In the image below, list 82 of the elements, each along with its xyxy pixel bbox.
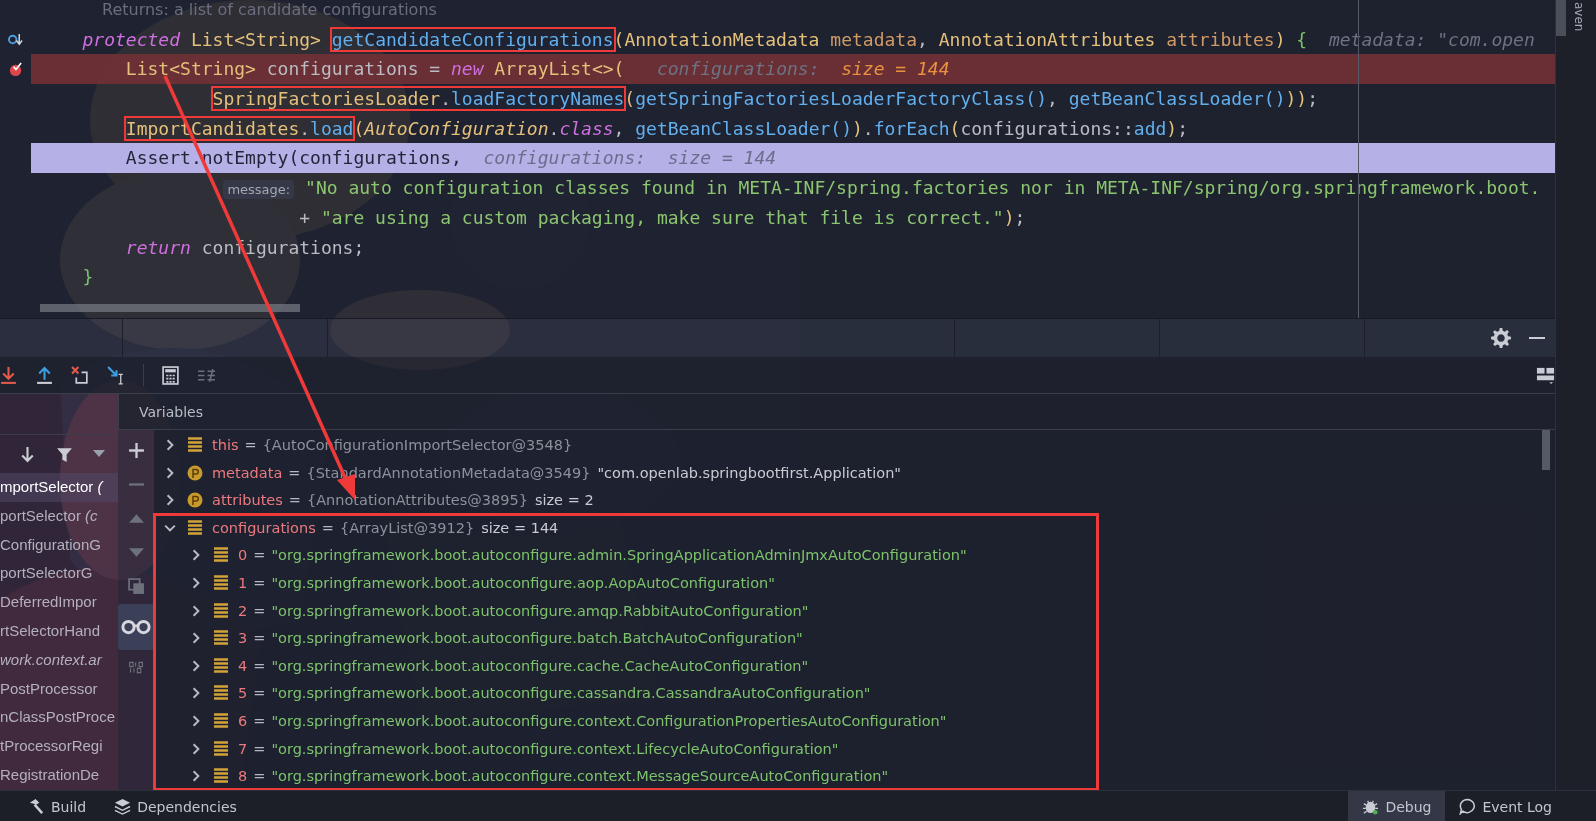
panel-title: Variables <box>139 403 203 420</box>
field-icon <box>213 602 229 619</box>
variable-entry[interactable]: 7 = "org.springframework.boot.autoconfigure.context.LifecycleAutoConfiguration" <box>238 740 839 757</box>
chevron-icon[interactable] <box>164 494 176 507</box>
variable-entry[interactable]: configurations = {ArrayList@3912} size = 144 <box>212 519 559 536</box>
field-icon <box>187 437 203 454</box>
stack-frame[interactable]: PostProcessor <box>0 674 118 704</box>
code-line: } <box>81 265 95 290</box>
stack-frame[interactable]: RegistrationDe <box>0 760 118 790</box>
chevron-icon[interactable] <box>190 715 202 727</box>
field-icon <box>213 547 229 564</box>
variable-entry[interactable]: 0 = "org.springframework.boot.autoconfigure.admin.SpringApplicationAdminJmxAutoConfiguration" <box>238 547 967 564</box>
stack-frame[interactable]: work.context.ar <box>0 645 118 675</box>
tool-window-button[interactable]: Event Log <box>1445 791 1566 821</box>
variable-entry[interactable]: 3 = "org.springframework.boot.autoconfigure.batch.BatchAutoConfiguration" <box>238 630 803 647</box>
speech-bubble-icon <box>1459 798 1477 815</box>
code-line: protected List<String> getCandidateConfigurations(AnnotationMetadata metadata, AnnotationAttributes attributes) { metadata: "com.open <box>81 27 1536 52</box>
chevron-icon[interactable] <box>190 549 202 562</box>
variable-entry[interactable]: 5 = "org.springframework.boot.autoconfigure.cassandra.CassandraAutoConfiguration" <box>238 685 871 702</box>
parameter-icon <box>187 492 203 509</box>
layers-icon <box>114 798 132 815</box>
chevron-icon[interactable] <box>190 770 202 783</box>
layout-icon[interactable] <box>1536 365 1556 385</box>
chevron-icon[interactable] <box>190 577 202 590</box>
cross-icon[interactable] <box>71 365 90 385</box>
up-arrow-icon[interactable] <box>35 365 54 385</box>
cursor-arrow-icon[interactable] <box>107 365 126 385</box>
chevron-icon[interactable] <box>190 742 202 755</box>
variable-entry[interactable]: 1 = "org.springframework.boot.autoconfigure.aop.AopAutoConfiguration" <box>238 575 775 592</box>
variable-entry[interactable]: 8 = "org.springframework.boot.autoconfigure.context.MessageSourceAutoConfiguration" <box>238 768 889 785</box>
chevron-icon[interactable] <box>190 632 202 645</box>
calculator-icon[interactable] <box>161 365 180 385</box>
glasses-icon[interactable] <box>118 604 154 651</box>
stack-frame[interactable]: nClassPostProce <box>0 703 118 733</box>
chevron-icon[interactable] <box>190 687 202 700</box>
code-line: + "are using a custom packaging, make sure that file is correct."); <box>298 205 1027 230</box>
scrollbar[interactable] <box>40 304 300 312</box>
field-icon <box>213 740 229 757</box>
chevron-icon[interactable] <box>190 604 202 617</box>
code-line: SpringFactoriesLoader.loadFactoryNames(getSpringFactoriesLoaderFactoryClass(), getBeanClassLoader())); <box>211 87 1319 112</box>
parameter-icon <box>187 464 203 481</box>
scrollbar[interactable] <box>1542 430 1551 471</box>
variable-entry[interactable]: 4 = "org.springframework.boot.autoconfigure.cache.CacheAutoConfiguration" <box>238 657 809 674</box>
minimize-icon[interactable] <box>1527 336 1548 340</box>
stack-frame[interactable]: mportSelector ( <box>0 473 118 502</box>
field-icon <box>187 519 203 536</box>
copy-icon[interactable] <box>127 578 145 596</box>
hammer-icon <box>28 798 45 815</box>
settings-icon[interactable] <box>1491 328 1512 348</box>
stack-frame[interactable]: ConfigurationG <box>0 530 118 560</box>
variable-entry[interactable]: 6 = "org.springframework.boot.autoconfigure.context.ConfigurationPropertiesAutoConfiguration" <box>238 713 947 729</box>
field-icon <box>213 575 229 592</box>
field-icon <box>213 685 229 702</box>
plus-icon[interactable] <box>127 442 145 460</box>
implements-icon[interactable] <box>8 32 23 48</box>
tool-window-label[interactable]: aven <box>1572 2 1587 32</box>
field-icon <box>213 768 229 785</box>
stack-frame[interactable]: tProcessorRegi <box>0 732 118 761</box>
chevron-icon[interactable] <box>164 466 176 479</box>
stack-frame[interactable]: portSelector (c <box>0 501 118 531</box>
field-icon <box>213 713 229 729</box>
variable-entry[interactable]: 2 = "org.springframework.boot.autoconfigure.amqp.RabbitAutoConfiguration" <box>238 602 809 619</box>
dropdown-icon[interactable] <box>93 450 105 458</box>
down-arrow-icon[interactable] <box>0 365 18 385</box>
field-icon <box>213 657 229 674</box>
stack-frame[interactable]: rtSelectorHand <box>0 617 118 646</box>
doc-comment: Returns: a list of candidate configurations <box>101 0 438 21</box>
tool-window-button[interactable]: Build <box>0 791 101 821</box>
chevron-icon[interactable] <box>190 659 202 672</box>
chevron-icon[interactable] <box>164 439 176 452</box>
tool-window-button[interactable]: Dependencies <box>100 791 251 821</box>
breakpoint-icon[interactable] <box>8 61 23 77</box>
tool-window-button[interactable]: Debug <box>1348 791 1446 821</box>
code-line: message: "No auto configuration classes found in META-INF/spring.factories nor in META-INF/spring/org.springframework.boot. <box>31 173 1556 203</box>
stack-frame[interactable]: portSelectorG <box>0 559 118 589</box>
scrollbar[interactable] <box>1556 0 1567 36</box>
down-arrow-icon[interactable] <box>19 445 36 463</box>
stack-frame[interactable]: DeferredImpor <box>0 588 118 617</box>
variable-entry[interactable]: attributes = {AnnotationAttributes@3895} size = 2 <box>212 492 594 509</box>
filter-icon[interactable] <box>56 445 73 463</box>
bug-icon <box>1362 798 1380 815</box>
field-icon <box>213 630 229 647</box>
